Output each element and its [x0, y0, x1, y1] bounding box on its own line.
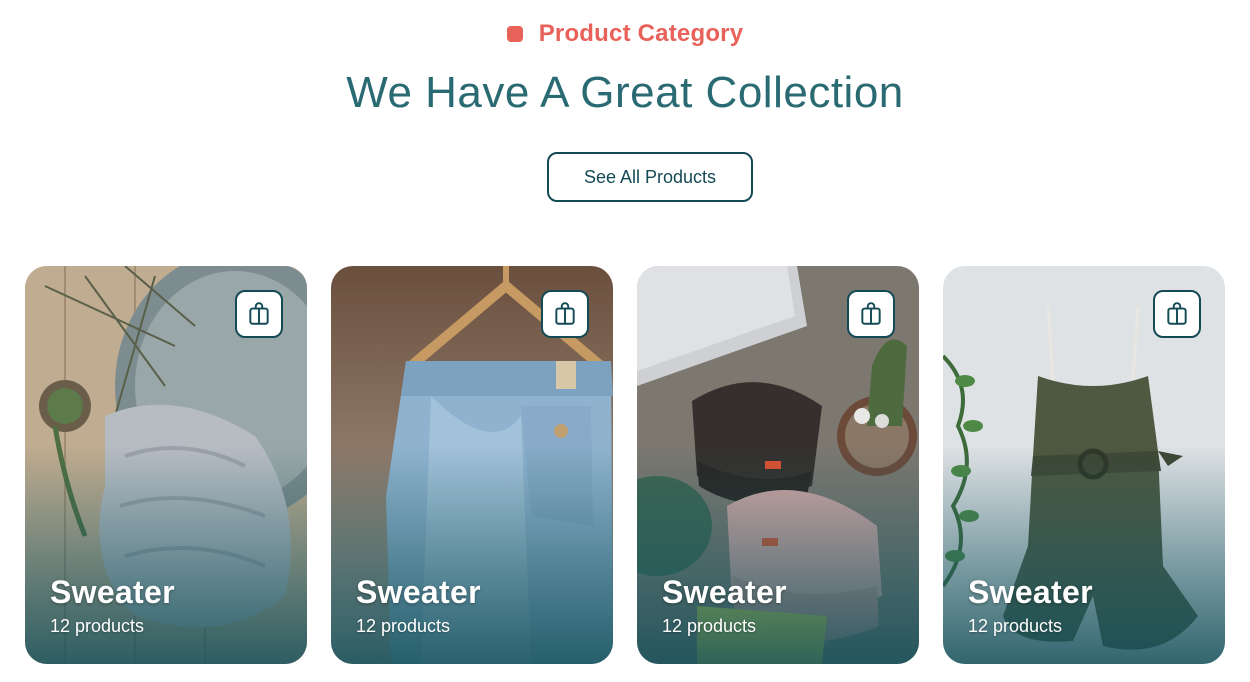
eyebrow-label: Product Category: [538, 20, 744, 47]
card-title: Sweater: [968, 574, 1093, 610]
bag-icon[interactable]: [235, 290, 283, 338]
product-category-section: Product Category We Have A Great Collect…: [0, 0, 1250, 682]
card-product-count: 12 products: [356, 616, 451, 636]
see-all-products-button[interactable]: See All Products: [547, 152, 753, 202]
category-card[interactable]: Sweater 12 products: [943, 266, 1225, 664]
category-card[interactable]: Sweater 12 products: [637, 266, 919, 664]
card-title: Sweater: [50, 574, 175, 610]
bag-icon[interactable]: [847, 290, 895, 338]
bag-icon[interactable]: [541, 290, 589, 338]
category-card[interactable]: Sweater 12 products: [25, 266, 307, 664]
card-title: Sweater: [356, 574, 481, 610]
card-product-count: 12 products: [662, 616, 757, 636]
card-product-count: 12 products: [968, 616, 1063, 636]
card-title: Sweater: [662, 574, 787, 610]
card-product-count: 12 products: [50, 616, 145, 636]
category-card[interactable]: Sweater 12 products: [331, 266, 613, 664]
section-title: We Have A Great Collection: [346, 68, 904, 117]
bag-icon[interactable]: [1153, 290, 1201, 338]
section-eyebrow: Product Category: [0, 20, 1250, 48]
eyebrow-square-icon: [506, 26, 523, 42]
